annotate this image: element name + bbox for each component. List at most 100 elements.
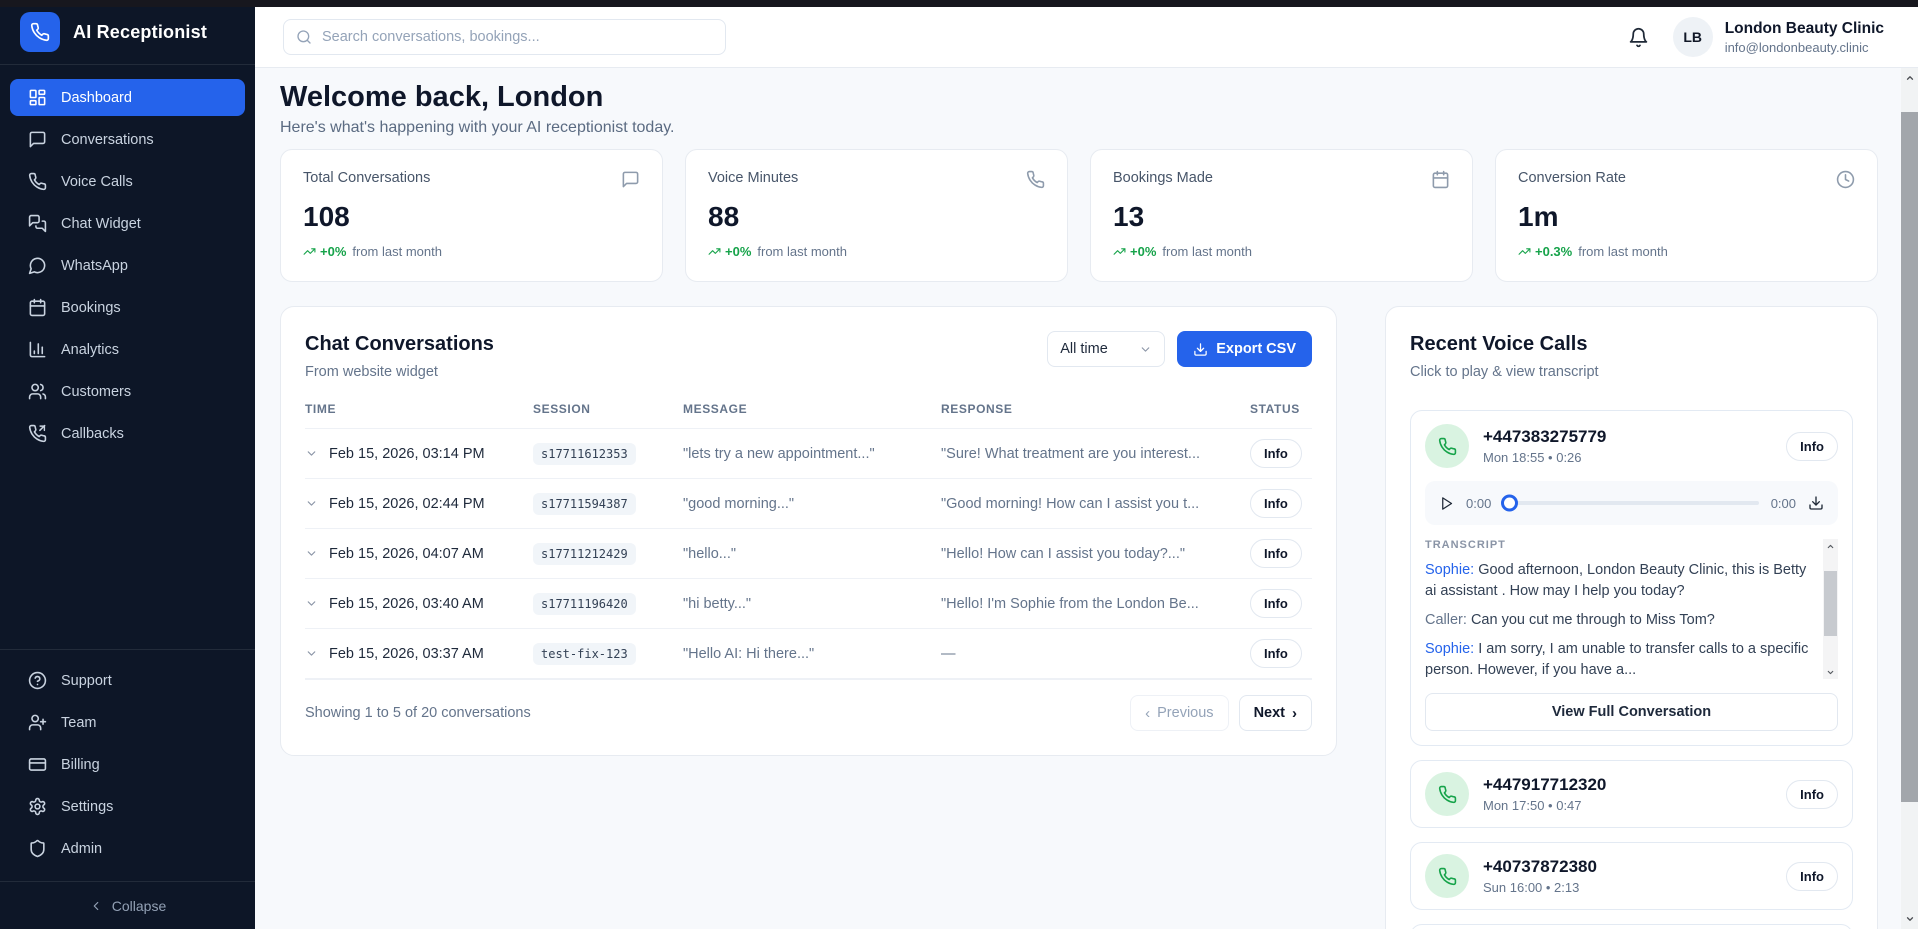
info-button[interactable]: Info <box>1250 439 1302 468</box>
table-row[interactable]: Feb 15, 2026, 02:44 PM s17711594387 "goo… <box>305 479 1312 529</box>
trending-up-icon <box>303 245 316 258</box>
sidebar-item-team[interactable]: Team <box>10 704 245 741</box>
info-button[interactable]: Info <box>1250 639 1302 668</box>
app-logo: AI Receptionist <box>0 0 255 64</box>
sidebar-collapse-button[interactable]: Collapse <box>0 881 255 929</box>
transcript-body: Sophie: Good afternoon, London Beauty Cl… <box>1425 560 1814 681</box>
slider-knob[interactable] <box>1501 495 1518 512</box>
seek-slider[interactable] <box>1503 501 1758 505</box>
view-full-conversation-button[interactable]: View Full Conversation <box>1425 693 1838 731</box>
call-meta: Mon 18:55 • 0:26 <box>1483 450 1606 465</box>
trending-up-icon <box>1518 245 1531 258</box>
content: Welcome back, London Here's what's happe… <box>255 68 1918 929</box>
player-current-time: 0:00 <box>1466 496 1491 511</box>
time-filter-select[interactable]: All time <box>1047 331 1165 367</box>
sidebar-item-chat-widget[interactable]: Chat Widget <box>10 205 245 242</box>
stat-trend: +0% from last month <box>1113 244 1450 259</box>
sidebar-item-label: WhatsApp <box>61 258 128 274</box>
sidebar-item-settings[interactable]: Settings <box>10 788 245 825</box>
sidebar-item-label: Chat Widget <box>61 216 141 232</box>
sidebar-item-conversations[interactable]: Conversations <box>10 121 245 158</box>
sidebar-bottom-nav: Support Team Billing Settings Admin <box>0 649 255 871</box>
info-button[interactable]: Info <box>1250 539 1302 568</box>
transcript-line: Caller: Can you cut me through to Miss T… <box>1425 610 1814 631</box>
voice-call-card[interactable]: +447917712320 Mon 17:50 • 0:47 Info <box>1410 760 1853 828</box>
scroll-down-icon[interactable] <box>1901 911 1918 927</box>
phone-icon <box>1026 170 1045 189</box>
chevron-down-icon[interactable] <box>305 447 318 460</box>
table-footer: Showing 1 to 5 of 20 conversations ‹Prev… <box>305 679 1312 731</box>
sidebar-item-bookings[interactable]: Bookings <box>10 289 245 326</box>
sidebar-item-whatsapp[interactable]: WhatsApp <box>10 247 245 284</box>
user-info: London Beauty Clinic info@londonbeauty.c… <box>1725 20 1884 55</box>
stat-label: Total Conversations <box>303 170 430 186</box>
stat-value: 1m <box>1518 201 1855 233</box>
page-scrollbar[interactable] <box>1901 68 1918 929</box>
credit-card-icon <box>28 755 47 774</box>
transcript-scrollbar[interactable] <box>1823 539 1838 679</box>
table-row[interactable]: Feb 15, 2026, 03:40 AM s17711196420 "hi … <box>305 579 1312 629</box>
scroll-up-icon[interactable] <box>1901 70 1918 86</box>
voice-call-card[interactable]: Unknown Caller Info <box>1410 924 1853 929</box>
info-button[interactable]: Info <box>1786 862 1838 891</box>
export-csv-button[interactable]: Export CSV <box>1177 331 1312 367</box>
info-button[interactable]: Info <box>1250 589 1302 618</box>
voice-call-card-expanded: +447383275779 Mon 18:55 • 0:26 Info 0:00… <box>1410 410 1853 746</box>
users-icon <box>28 382 47 401</box>
table-row[interactable]: Feb 15, 2026, 03:14 PM s17711612353 "let… <box>305 429 1312 479</box>
info-button[interactable]: Info <box>1250 489 1302 518</box>
stat-card-total-conversations: Total Conversations 108 +0% from last mo… <box>280 149 663 282</box>
next-page-button[interactable]: Next› <box>1239 695 1312 731</box>
call-number: +447383275779 <box>1483 427 1606 447</box>
scroll-thumb[interactable] <box>1824 571 1837 636</box>
scroll-up-icon[interactable] <box>1826 539 1835 553</box>
sidebar-item-label: Settings <box>61 799 113 815</box>
sidebar: AI Receptionist Dashboard Conversations … <box>0 0 255 929</box>
trending-up-icon <box>708 245 721 258</box>
sidebar-item-support[interactable]: Support <box>10 662 245 699</box>
scroll-thumb[interactable] <box>1901 112 1918 802</box>
previous-page-button[interactable]: ‹Previous <box>1130 695 1228 731</box>
speaker-name: Sophie: <box>1425 641 1474 657</box>
search-box[interactable] <box>283 19 726 55</box>
help-circle-icon <box>28 671 47 690</box>
notification-bell-icon[interactable] <box>1628 27 1649 48</box>
sidebar-item-customers[interactable]: Customers <box>10 373 245 410</box>
sidebar-item-analytics[interactable]: Analytics <box>10 331 245 368</box>
sidebar-item-callbacks[interactable]: Callbacks <box>10 415 245 452</box>
sidebar-nav: Dashboard Conversations Voice Calls Chat… <box>0 65 255 649</box>
info-button[interactable]: Info <box>1786 780 1838 809</box>
scroll-down-icon[interactable] <box>1826 665 1835 679</box>
transcript-section: TRANSCRIPT Sophie: Good afternoon, Londo… <box>1425 539 1838 681</box>
voice-call-header[interactable]: +447383275779 Mon 18:55 • 0:26 Info <box>1425 424 1838 468</box>
table-row[interactable]: Feb 15, 2026, 04:07 AM s17711212429 "hel… <box>305 529 1312 579</box>
play-icon[interactable] <box>1439 496 1454 511</box>
info-button[interactable]: Info <box>1786 432 1838 461</box>
table-row[interactable]: Feb 15, 2026, 03:37 AM test-fix-123 "Hel… <box>305 629 1312 679</box>
voice-panel-subtitle: Click to play & view transcript <box>1410 364 1853 380</box>
phone-logo-icon <box>20 12 60 52</box>
user-menu[interactable]: LB London Beauty Clinic info@londonbeaut… <box>1673 17 1884 57</box>
sidebar-item-admin[interactable]: Admin <box>10 830 245 867</box>
sidebar-item-dashboard[interactable]: Dashboard <box>10 79 245 116</box>
sidebar-item-billing[interactable]: Billing <box>10 746 245 783</box>
main-area: LB London Beauty Clinic info@londonbeaut… <box>255 0 1918 929</box>
table-header: TIME SESSION MESSAGE RESPONSE STATUS <box>305 402 1312 429</box>
user-email: info@londonbeauty.clinic <box>1725 40 1884 55</box>
stat-label: Conversion Rate <box>1518 170 1626 186</box>
chevron-down-icon[interactable] <box>305 547 318 560</box>
sidebar-item-voice-calls[interactable]: Voice Calls <box>10 163 245 200</box>
sidebar-item-label: Dashboard <box>61 90 132 106</box>
download-icon[interactable] <box>1808 495 1824 511</box>
voice-call-card[interactable]: +40737872380 Sun 16:00 • 2:13 Info <box>1410 842 1853 910</box>
chevron-down-icon[interactable] <box>305 497 318 510</box>
stat-trend: +0% from last month <box>708 244 1045 259</box>
search-input[interactable] <box>322 29 713 45</box>
session-id: test-fix-123 <box>533 643 636 665</box>
chevron-down-icon[interactable] <box>305 647 318 660</box>
calendar-icon <box>1431 170 1450 189</box>
sidebar-item-label: Callbacks <box>61 426 124 442</box>
call-meta: Mon 17:50 • 0:47 <box>1483 798 1606 813</box>
speaker-name: Caller: <box>1425 612 1467 628</box>
chevron-down-icon[interactable] <box>305 597 318 610</box>
